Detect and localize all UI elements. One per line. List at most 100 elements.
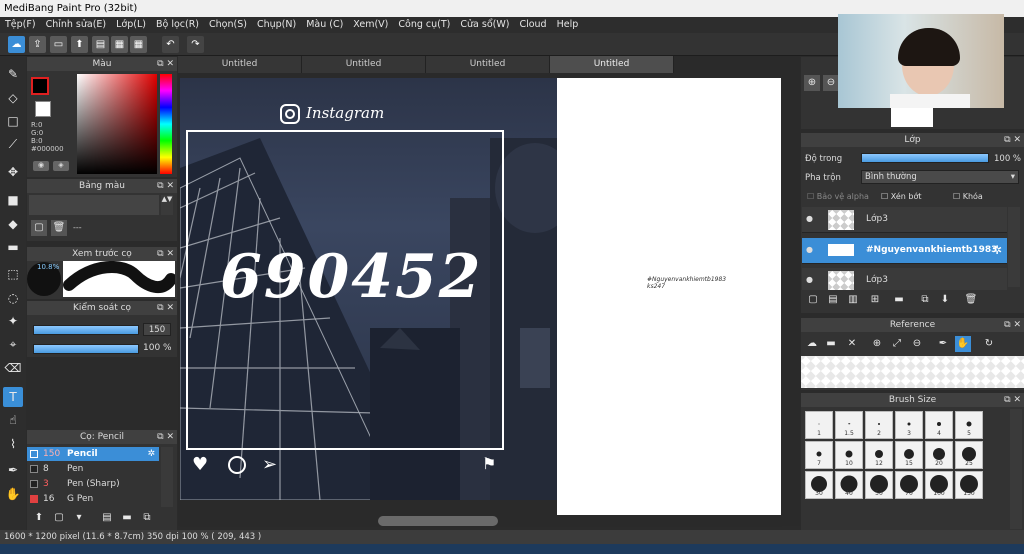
brush-size-cell[interactable]: 25 bbox=[955, 441, 983, 469]
brush-size-cell[interactable]: 40 bbox=[835, 471, 863, 499]
text-tool-icon[interactable]: T bbox=[3, 387, 23, 407]
menu-layer[interactable]: Lớp(L) bbox=[111, 17, 151, 33]
share-icon[interactable]: ⇪ bbox=[29, 36, 46, 53]
fit-icon[interactable]: ⤢ bbox=[889, 336, 905, 352]
secondary-color-swatch[interactable] bbox=[35, 101, 51, 117]
canvas-paper[interactable]: #Nguyenvankhiemtb1983 ks247 bbox=[557, 78, 781, 515]
brush-copy-icon[interactable]: ▤ bbox=[99, 510, 115, 526]
redo-icon[interactable]: ↷ bbox=[187, 36, 204, 53]
brush-size-cell[interactable]: 5 bbox=[955, 411, 983, 439]
layer-scrollbar[interactable] bbox=[1008, 207, 1020, 287]
brush-menu-icon[interactable]: ▾ bbox=[71, 510, 87, 526]
panel-controls-icon[interactable]: ⧉ ✕ bbox=[157, 179, 174, 193]
panel-controls-icon[interactable]: ⧉ ✕ bbox=[157, 57, 174, 71]
undo-icon[interactable]: ↶ bbox=[162, 36, 179, 53]
brush-opacity-slider[interactable] bbox=[33, 344, 139, 354]
brush-duplicate-icon[interactable]: ⧉ bbox=[139, 510, 155, 526]
zoom-icon[interactable]: ⊕ bbox=[804, 75, 820, 91]
panels-icon[interactable]: ▦ bbox=[111, 36, 128, 53]
panel-controls-icon[interactable]: ⧉ ✕ bbox=[1004, 318, 1021, 332]
protect-alpha-checkbox[interactable]: ☐ Bảo vệ alpha bbox=[807, 192, 869, 201]
lasso-tool-icon[interactable]: ◌ bbox=[3, 288, 23, 308]
color-mode-icon[interactable]: ◉ bbox=[33, 161, 49, 171]
zoom-out-icon[interactable]: ⊖ bbox=[909, 336, 925, 352]
brush-size-cell[interactable]: 70 bbox=[895, 471, 923, 499]
hand-tool-icon[interactable]: ✋ bbox=[3, 484, 23, 504]
bucket-tool-icon[interactable]: ◆ bbox=[3, 214, 23, 234]
brush-size-cell[interactable]: 10 bbox=[835, 441, 863, 469]
hand-reference-icon[interactable]: ✋ bbox=[955, 336, 971, 352]
upload-icon[interactable]: ⬆ bbox=[71, 36, 88, 53]
eraser-tool-icon[interactable]: ◇ bbox=[3, 88, 23, 108]
zoom-out-icon[interactable]: ⊖ bbox=[823, 75, 839, 91]
menu-tools[interactable]: Công cụ(T) bbox=[393, 17, 455, 33]
rect-tool-icon[interactable]: □ bbox=[3, 111, 23, 131]
brush-size-scrollbar[interactable] bbox=[1010, 409, 1022, 529]
brush-item[interactable]: 150 Pencil ✲ bbox=[27, 447, 159, 461]
dropper-tool-icon[interactable]: ⌇ bbox=[3, 434, 23, 454]
select-rect-icon[interactable]: ⬚ bbox=[3, 264, 23, 284]
gradient-tool-icon[interactable]: ▬ bbox=[3, 237, 23, 257]
eye-icon[interactable]: ● bbox=[806, 245, 813, 254]
tab-untitled-4[interactable]: Untitled bbox=[550, 56, 674, 73]
hue-slider[interactable] bbox=[160, 74, 172, 174]
delete-layer-icon[interactable]: 🗑 bbox=[963, 292, 979, 308]
clipping-checkbox[interactable]: ☐ Xén bớt bbox=[881, 192, 921, 201]
delete-palette-icon[interactable]: 🗑 bbox=[51, 220, 67, 236]
brush-size-cell[interactable]: 2 bbox=[865, 411, 893, 439]
brush-size-cell[interactable]: 100 bbox=[925, 471, 953, 499]
open-folder-icon[interactable]: ▬ bbox=[823, 336, 839, 352]
cloud-icon[interactable]: ☁ bbox=[8, 36, 25, 53]
color-swap-icon[interactable]: ◈ bbox=[53, 161, 69, 171]
duplicate-layer-icon[interactable]: ⧉ bbox=[917, 292, 933, 308]
brush-size-cell[interactable]: 150 bbox=[955, 471, 983, 499]
brush-size-cell[interactable]: 1 bbox=[805, 411, 833, 439]
menu-cloud[interactable]: Cloud bbox=[514, 17, 551, 33]
primary-color-swatch[interactable] bbox=[31, 77, 49, 95]
brush-size-cell[interactable]: 30 bbox=[805, 471, 833, 499]
pen-tool-icon[interactable]: ⟋ bbox=[3, 134, 23, 154]
layer-opacity-slider[interactable] bbox=[861, 153, 989, 163]
select-pen-icon[interactable]: ⌖ bbox=[3, 334, 23, 354]
eye-icon[interactable]: ● bbox=[806, 275, 813, 284]
eye-icon[interactable]: ● bbox=[806, 214, 813, 223]
tab-untitled-1[interactable]: Untitled bbox=[178, 56, 302, 73]
select-eraser-icon[interactable]: ⌫ bbox=[3, 358, 23, 378]
menu-snap[interactable]: Chụp(N) bbox=[252, 17, 301, 33]
palette-list[interactable] bbox=[29, 195, 159, 215]
comment-icon[interactable]: ▭ bbox=[50, 36, 67, 53]
brush-size-cell[interactable]: 50 bbox=[865, 471, 893, 499]
eyedropper-icon[interactable]: ✒ bbox=[3, 460, 23, 480]
brush-size-value[interactable]: 150 bbox=[143, 323, 171, 336]
add-brush-icon[interactable]: ⬆ bbox=[31, 510, 47, 526]
palette-scrollbar[interactable]: ▲▼ bbox=[161, 195, 173, 215]
new-halftone-icon[interactable]: ▥ bbox=[845, 292, 861, 308]
brush-item[interactable]: 16 G Pen bbox=[27, 492, 159, 506]
new-layer-icon[interactable]: ▢ bbox=[805, 292, 821, 308]
brush-size-slider[interactable] bbox=[33, 325, 139, 335]
lock-checkbox[interactable]: ☐ Khóa bbox=[953, 192, 983, 201]
brush-size-cell[interactable]: 12 bbox=[865, 441, 893, 469]
menu-file[interactable]: Tệp(F) bbox=[0, 17, 41, 33]
menu-filter[interactable]: Bộ lọc(R) bbox=[151, 17, 204, 33]
folder-icon[interactable]: ▬ bbox=[891, 292, 907, 308]
tab-untitled-3[interactable]: Untitled bbox=[426, 56, 550, 73]
document-icon[interactable]: ▤ bbox=[92, 36, 109, 53]
new-palette-icon[interactable]: ▢ bbox=[31, 220, 47, 236]
brush-item[interactable]: 3 Pen (Sharp) bbox=[27, 477, 159, 491]
menu-help[interactable]: Help bbox=[552, 17, 584, 33]
scroll-thumb[interactable] bbox=[378, 516, 498, 526]
add-layer-menu-icon[interactable]: ⊞ bbox=[867, 292, 883, 308]
brush-tool-icon[interactable]: ✎ bbox=[3, 64, 23, 84]
move-tool-icon[interactable]: ✥ bbox=[3, 162, 23, 182]
canvas-vertical-scrollbar[interactable] bbox=[783, 78, 797, 515]
menu-edit[interactable]: Chỉnh sửa(E) bbox=[41, 17, 112, 33]
close-icon[interactable]: ✕ bbox=[844, 336, 860, 352]
gear-icon[interactable]: ✲ bbox=[992, 243, 1002, 257]
brush-folder-icon[interactable]: ▬ bbox=[119, 510, 135, 526]
reference-canvas[interactable] bbox=[801, 356, 1024, 388]
new-brush-icon[interactable]: ▢ bbox=[51, 510, 67, 526]
layer-row[interactable]: ● Lớp3 bbox=[802, 207, 1007, 233]
fill-rect-icon[interactable]: ■ bbox=[3, 190, 23, 210]
brush-size-cell[interactable]: 20 bbox=[925, 441, 953, 469]
